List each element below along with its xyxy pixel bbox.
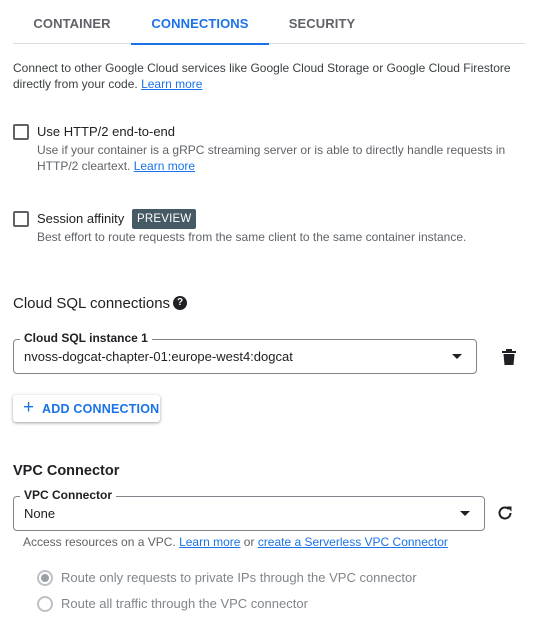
vpc-connector-select[interactable]: VPC Connector None — [13, 487, 485, 531]
http2-label: Use HTTP/2 end-to-end — [37, 124, 176, 139]
tab-bar: CONTAINER CONNECTIONS SECURITY — [13, 0, 525, 45]
chevron-down-icon — [460, 511, 470, 516]
cloud-sql-title: Cloud SQL connections — [13, 295, 171, 312]
tab-security[interactable]: SECURITY — [269, 0, 375, 43]
vpc-title: VPC Connector — [13, 463, 120, 479]
preview-badge: PREVIEW — [132, 209, 197, 229]
intro-text: Connect to other Google Cloud services l… — [13, 61, 511, 91]
session-affinity-label: Session affinity — [37, 211, 125, 226]
http2-help-text: Use if your container is a gRPC streamin… — [37, 143, 506, 173]
cloud-sql-instance-select[interactable]: Cloud SQL instance 1 nvoss-dogcat-chapte… — [13, 330, 477, 374]
create-vpc-connector-link[interactable]: create a Serverless VPC Connector — [258, 535, 448, 549]
session-affinity-checkbox[interactable] — [13, 211, 29, 227]
refresh-icon[interactable] — [497, 505, 513, 521]
vpc-or-text: or — [243, 535, 255, 549]
radio-all-traffic-label: Route all traffic through the VPC connec… — [61, 596, 308, 611]
http2-help: Use if your container is a gRPC streamin… — [37, 142, 513, 174]
add-connection-button[interactable]: + ADD CONNECTION — [13, 395, 160, 422]
radio-private-ips-label: Route only requests to private IPs throu… — [61, 570, 417, 585]
plus-icon: + — [23, 397, 35, 418]
cloud-sql-instance-value: nvoss-dogcat-chapter-01:europe-west4:dog… — [24, 349, 293, 364]
session-affinity-help: Best effort to route requests from the s… — [37, 230, 467, 244]
chevron-down-icon — [452, 354, 462, 359]
vpc-connector-label: VPC Connector — [20, 487, 117, 503]
vpc-connector-value: None — [24, 506, 56, 521]
vpc-help: Access resources on a VPC. Learn more or… — [23, 534, 448, 550]
http2-learn-more-link[interactable]: Learn more — [134, 159, 195, 173]
tab-connections[interactable]: CONNECTIONS — [131, 0, 269, 45]
intro-learn-more-link[interactable]: Learn more — [141, 77, 202, 91]
connections-intro: Connect to other Google Cloud services l… — [13, 60, 513, 92]
radio-private-ips[interactable] — [37, 570, 53, 586]
cloud-sql-instance-label: Cloud SQL instance 1 — [20, 330, 152, 346]
add-connection-label: ADD CONNECTION — [42, 402, 160, 416]
http2-checkbox[interactable] — [13, 124, 29, 140]
vpc-help-text: Access resources on a VPC. — [23, 535, 176, 549]
vpc-learn-more-link[interactable]: Learn more — [179, 535, 240, 549]
trash-icon[interactable] — [502, 349, 516, 365]
tab-container[interactable]: CONTAINER — [13, 0, 131, 43]
radio-all-traffic[interactable] — [37, 596, 53, 612]
help-circle-icon[interactable]: ? — [173, 296, 187, 310]
